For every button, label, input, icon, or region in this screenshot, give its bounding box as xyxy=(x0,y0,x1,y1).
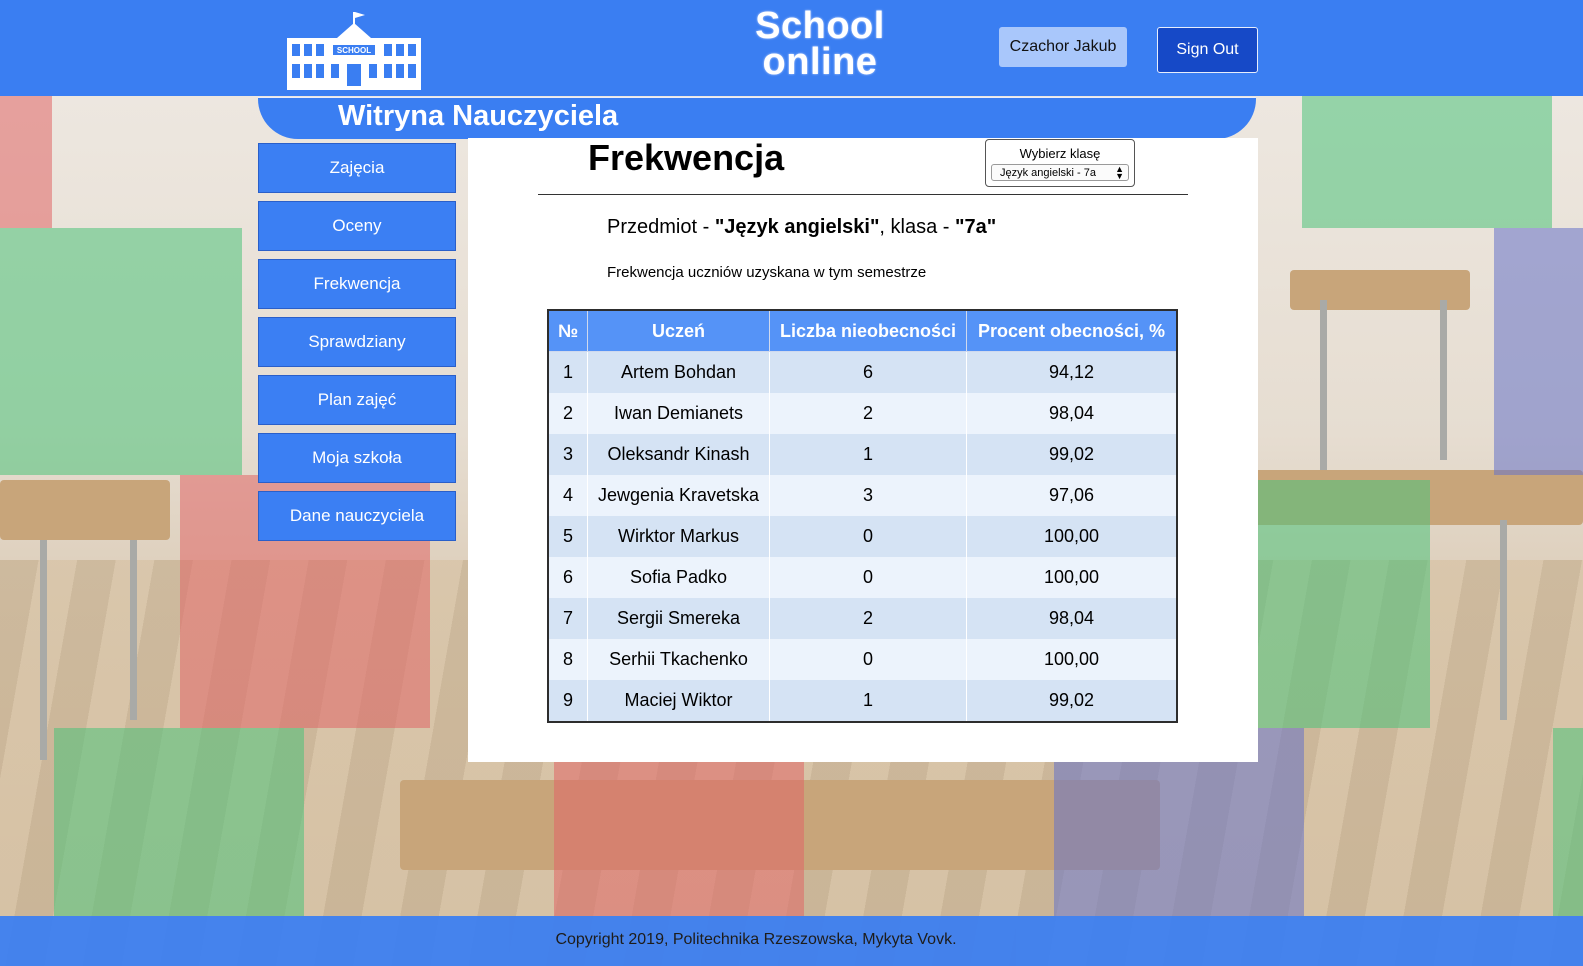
cell-attendance-percent: 100,00 xyxy=(966,557,1178,598)
select-arrows-icon: ▲ ▼ xyxy=(1115,164,1124,181)
cell-attendance-percent: 97,06 xyxy=(966,475,1178,516)
table-row: 4 Jewgenia Kravetska 3 97,06 xyxy=(547,475,1178,516)
sidebar-item-dane-nauczyciela[interactable]: Dane nauczyciela xyxy=(258,491,456,541)
attendance-panel: Frekwencja Wybierz klasę Język angielski… xyxy=(468,138,1258,762)
svg-text:SCHOOL: SCHOOL xyxy=(337,46,371,55)
page-title: Frekwencja xyxy=(588,137,785,178)
class-name: "7a" xyxy=(955,216,997,238)
table-row: 5 Wirktor Markus 0 100,00 xyxy=(547,516,1178,557)
cell-absences: 3 xyxy=(769,475,967,516)
cell-number: 8 xyxy=(547,639,588,680)
cell-attendance-percent: 100,00 xyxy=(966,516,1178,557)
table-row: 7 Sergii Smereka 2 98,04 xyxy=(547,598,1178,639)
cell-absences: 1 xyxy=(769,434,967,475)
sidebar-item-frekwencja[interactable]: Frekwencja xyxy=(258,259,456,309)
cell-absences: 0 xyxy=(769,516,967,557)
attendance-table: № Uczeń Liczba nieobecności Procent obec… xyxy=(547,309,1178,723)
cell-number: 9 xyxy=(547,680,588,722)
cell-absences: 2 xyxy=(769,598,967,639)
cell-student: Serhii Tkachenko xyxy=(587,639,770,680)
cell-number: 4 xyxy=(547,475,588,516)
cell-number: 5 xyxy=(547,516,588,557)
top-header: SCHOOL School online Czachor Jakub Sign … xyxy=(0,0,1583,96)
header-absences: Liczba nieobecności xyxy=(769,309,967,352)
cell-student: Sofia Padko xyxy=(587,557,770,598)
brand-wordmark[interactable]: School online xyxy=(750,5,890,83)
cell-number: 3 xyxy=(547,434,588,475)
sidebar-nav: Zajęcia Oceny Frekwencja Sprawdziany Pla… xyxy=(258,143,458,549)
table-row: 1 Artem Bohdan 6 94,12 xyxy=(547,351,1178,393)
table-row: 6 Sofia Padko 0 100,00 xyxy=(547,557,1178,598)
cell-number: 7 xyxy=(547,598,588,639)
table-row: 8 Serhii Tkachenko 0 100,00 xyxy=(547,639,1178,680)
cell-absences: 2 xyxy=(769,393,967,434)
cell-number: 1 xyxy=(547,351,588,393)
cell-attendance-percent: 98,04 xyxy=(966,393,1178,434)
brand-line-2: online xyxy=(762,41,878,83)
sidebar-item-plan-zajec[interactable]: Plan zajęć xyxy=(258,375,456,425)
cell-student: Maciej Wiktor xyxy=(587,680,770,722)
cell-absences: 0 xyxy=(769,639,967,680)
copyright-text: Copyright 2019, Politechnika Rzeszowska,… xyxy=(555,931,957,948)
cell-student: Iwan Demianets xyxy=(587,393,770,434)
header-student: Uczeń xyxy=(587,309,770,352)
sidebar-item-zajecia[interactable]: Zajęcia xyxy=(258,143,456,193)
sidebar-item-moja-szkola[interactable]: Moja szkoła xyxy=(258,433,456,483)
sidebar-item-sprawdziany[interactable]: Sprawdziany xyxy=(258,317,456,367)
cell-number: 2 xyxy=(547,393,588,434)
table-row: 9 Maciej Wiktor 1 99,02 xyxy=(547,680,1178,722)
table-header-row: № Uczeń Liczba nieobecności Procent obec… xyxy=(547,309,1178,352)
user-name-button[interactable]: Czachor Jakub xyxy=(999,27,1127,67)
cell-attendance-percent: 99,02 xyxy=(966,434,1178,475)
header-attendance-percent: Procent obecności, % xyxy=(966,309,1178,352)
cell-absences: 1 xyxy=(769,680,967,722)
subject-line: Przedmiot - "Język angielski", klasa - "… xyxy=(607,216,996,239)
header-number: № xyxy=(547,309,588,352)
cell-absences: 0 xyxy=(769,557,967,598)
table-row: 2 Iwan Demianets 2 98,04 xyxy=(547,393,1178,434)
title-divider xyxy=(538,194,1188,195)
cell-attendance-percent: 94,12 xyxy=(966,351,1178,393)
class-select[interactable]: Język angielski - 7a ▲ ▼ xyxy=(991,164,1129,181)
cell-student: Wirktor Markus xyxy=(587,516,770,557)
class-prefix: , klasa - xyxy=(879,216,955,238)
table-row: 3 Oleksandr Kinash 1 99,02 xyxy=(547,434,1178,475)
cell-student: Artem Bohdan xyxy=(587,351,770,393)
sidebar-item-oceny[interactable]: Oceny xyxy=(258,201,456,251)
class-picker: Wybierz klasę Język angielski - 7a ▲ ▼ xyxy=(985,139,1135,187)
cell-student: Sergii Smereka xyxy=(587,598,770,639)
class-picker-label: Wybierz klasę xyxy=(1019,146,1101,161)
portal-title: Witryna Nauczyciela xyxy=(338,100,619,132)
school-building-logo[interactable]: SCHOOL xyxy=(287,8,421,90)
cell-number: 6 xyxy=(547,557,588,598)
class-select-value: Język angielski - 7a xyxy=(1000,167,1096,179)
attendance-description: Frekwencja uczniów uzyskana w tym semest… xyxy=(607,264,927,281)
cell-student: Jewgenia Kravetska xyxy=(587,475,770,516)
cell-student: Oleksandr Kinash xyxy=(587,434,770,475)
cell-absences: 6 xyxy=(769,351,967,393)
footer: Copyright 2019, Politechnika Rzeszowska,… xyxy=(0,916,1583,966)
subject-prefix: Przedmiot - xyxy=(607,216,715,238)
cell-attendance-percent: 100,00 xyxy=(966,639,1178,680)
cell-attendance-percent: 99,02 xyxy=(966,680,1178,722)
brand-line-1: School xyxy=(755,5,885,47)
cell-attendance-percent: 98,04 xyxy=(966,598,1178,639)
sign-out-button[interactable]: Sign Out xyxy=(1157,27,1258,73)
subject-name: "Język angielski" xyxy=(714,216,880,238)
portal-title-bar: Witryna Nauczyciela xyxy=(258,97,1256,139)
